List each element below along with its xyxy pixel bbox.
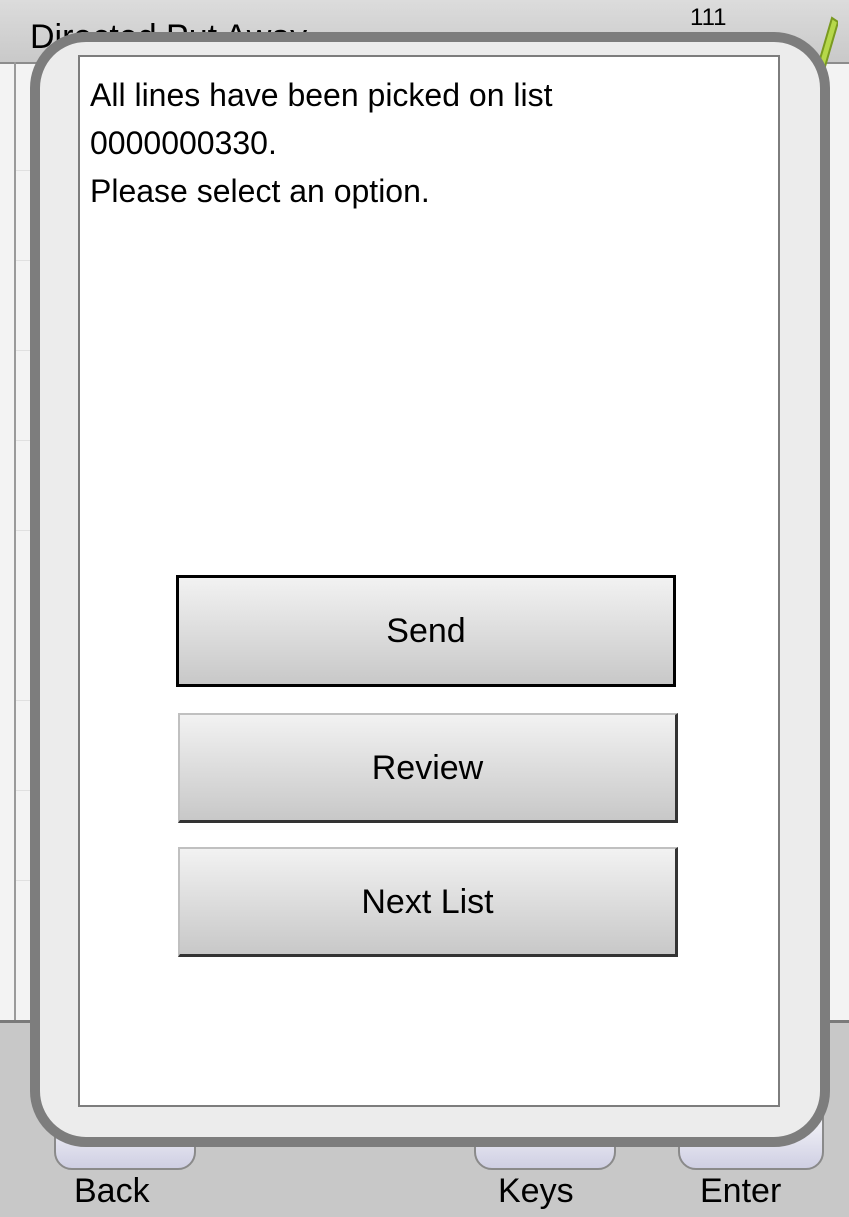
- dialog-message: All lines have been picked on list 00000…: [90, 77, 553, 209]
- send-button[interactable]: Send: [176, 575, 676, 687]
- back-label: Back: [74, 1172, 150, 1210]
- frame-border: [14, 62, 16, 1022]
- dialog-content: All lines have been picked on list 00000…: [78, 55, 780, 1107]
- keys-label: Keys: [498, 1172, 574, 1210]
- review-button[interactable]: Review: [178, 713, 678, 823]
- enter-label: Enter: [700, 1172, 782, 1210]
- next-list-button[interactable]: Next List: [178, 847, 678, 957]
- signal-indicator: 111: [690, 4, 727, 31]
